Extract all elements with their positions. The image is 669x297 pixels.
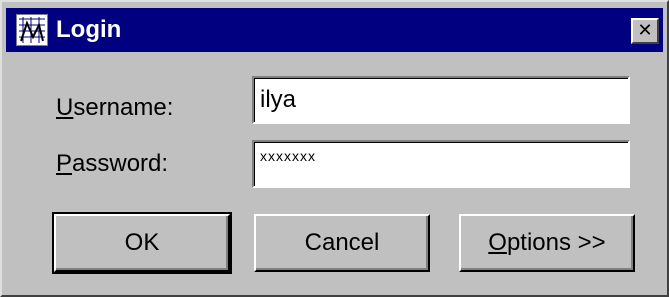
app-icon [16,14,48,46]
close-button[interactable]: ✕ [631,18,659,44]
password-field[interactable]: xxxxxxx [252,140,630,188]
password-label-accelerator: P [56,150,73,177]
ok-button[interactable]: OK [52,212,232,274]
title-bar[interactable]: Login ✕ [6,8,663,52]
options-button-accelerator: O [488,229,507,256]
ok-button-label: OK [124,229,160,256]
options-button[interactable]: Options >> [459,214,635,272]
username-label-accelerator: U [56,94,74,121]
options-button-label: ptions >> [506,229,606,256]
cancel-button-label: Cancel [304,229,380,256]
username-field[interactable]: ilya [252,76,630,124]
cancel-button[interactable]: Cancel [254,214,430,272]
username-label: Username: [56,94,173,122]
login-dialog: Login ✕ Username: ilya Password: xxxxxxx… [0,0,669,297]
password-label: Password: [56,150,168,178]
close-icon: ✕ [637,20,653,41]
window-title: Login [56,16,122,43]
password-label-text: assword: [72,150,169,177]
username-label-text: sername: [73,94,174,121]
